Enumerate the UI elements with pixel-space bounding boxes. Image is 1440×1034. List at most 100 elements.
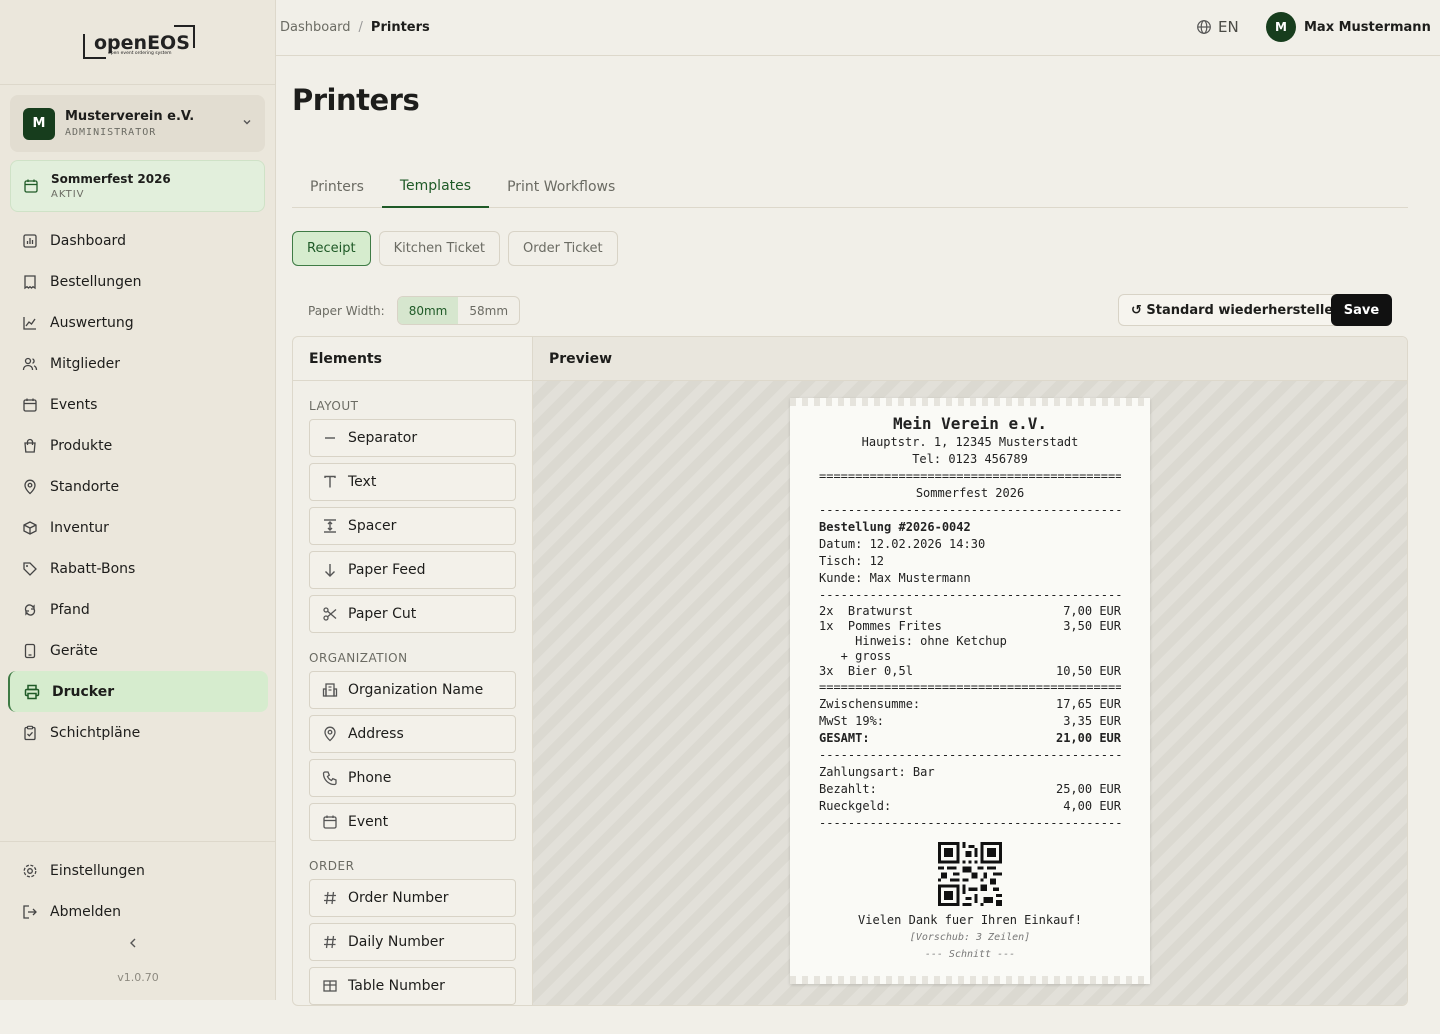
sidebar-item-mitglieder[interactable]: Mitglieder <box>0 343 276 384</box>
globe-icon <box>1196 19 1212 35</box>
receipt-order-number: Bestellung #2026-0042 <box>819 520 971 534</box>
elements-title: Elements <box>293 337 532 381</box>
users-icon <box>22 356 38 372</box>
element-order-number[interactable]: Order Number <box>309 879 516 917</box>
element-group-heading: LAYOUT <box>309 399 359 413</box>
avatar: M <box>1266 12 1296 42</box>
receipt-subtotal: Zwischensumme: 17,65 EUR <box>819 697 1121 711</box>
receipt-change: Rueckgeld: 4,00 EUR <box>819 799 1121 813</box>
sidebar-item-logout[interactable]: Abmelden <box>0 891 276 932</box>
element-spacer[interactable]: Spacer <box>309 507 516 545</box>
sidebar-item-events[interactable]: Events <box>0 384 276 425</box>
receipt-item: 1x Pommes Frites 3,50 EUR <box>819 619 1121 633</box>
receipt-event: Sommerfest 2026 <box>915 486 1025 500</box>
printer-icon <box>24 684 40 700</box>
element-table-number[interactable]: Table Number <box>309 967 516 1005</box>
phone-icon <box>322 770 338 786</box>
element-event[interactable]: Event <box>309 803 516 841</box>
sidebar-item-schichtplane[interactable]: Schichtpläne <box>0 712 276 753</box>
sidebar-item-label: Dashboard <box>50 232 126 249</box>
sidebar-item-label: Auswertung <box>50 314 134 331</box>
sidebar-item-label: Bestellungen <box>50 273 142 290</box>
tab-templates[interactable]: Templates <box>381 166 490 208</box>
restore-default-button[interactable]: ↺ Standard wiederherstellen <box>1118 294 1356 326</box>
tab-bar: Printers Templates Print Workflows <box>292 166 1408 208</box>
language-switcher[interactable]: EN <box>1196 18 1239 36</box>
element-phone[interactable]: Phone <box>309 759 516 797</box>
template-type-tabs: Receipt Kitchen Ticket Order Ticket <box>292 231 618 266</box>
element-address[interactable]: Address <box>309 715 516 753</box>
element-label: Paper Feed <box>348 562 426 578</box>
element-label: Paper Cut <box>348 606 417 622</box>
receipt-icon <box>22 274 38 290</box>
breadcrumb-root[interactable]: Dashboard <box>280 20 351 35</box>
openeos-logo: openEOS open event ordering system <box>82 25 195 59</box>
element-label: Text <box>348 474 377 490</box>
element-text[interactable]: Text <box>309 463 516 501</box>
pin-icon <box>22 479 38 495</box>
logout-icon <box>22 904 38 920</box>
spacer-icon <box>322 518 338 534</box>
user-menu[interactable]: M Max Mustermann <box>1266 12 1431 42</box>
sidebar-item-produkte[interactable]: Produkte <box>0 425 276 466</box>
org-role: ADMINISTRATOR <box>65 127 157 138</box>
scissors-icon <box>322 606 338 622</box>
subtab-order-ticket[interactable]: Order Ticket <box>508 231 618 266</box>
sidebar-item-label: Geräte <box>50 642 98 659</box>
element-daily-number[interactable]: Daily Number <box>309 923 516 961</box>
chart-icon <box>22 233 38 249</box>
sidebar-item-pfand[interactable]: Pfand <box>0 589 276 630</box>
page-title: Printers <box>292 83 420 117</box>
sidebar-item-label: Einstellungen <box>50 862 145 879</box>
elements-panel: Elements LAYOUT Separator Text Spacer Paper … <box>293 337 533 1005</box>
receipt-edge-bottom <box>790 976 1150 984</box>
calendar-icon <box>23 178 39 194</box>
tab-printers[interactable]: Printers <box>292 166 382 208</box>
sidebar-item-rabatt-bons[interactable]: Rabatt-Bons <box>0 548 276 589</box>
sidebar-item-drucker[interactable]: Drucker <box>8 671 268 712</box>
sidebar-item-inventur[interactable]: Inventur <box>0 507 276 548</box>
element-paper-feed[interactable]: Paper Feed <box>309 551 516 589</box>
subtab-kitchen-ticket[interactable]: Kitchen Ticket <box>378 231 501 266</box>
sidebar-item-dashboard[interactable]: Dashboard <box>0 220 276 261</box>
receipt-table: Tisch: 12 <box>819 554 885 568</box>
user-name: Max Mustermann <box>1304 19 1431 35</box>
sidebar-item-settings[interactable]: Einstellungen <box>0 850 276 891</box>
receipt-separator: ----------------------------------------… <box>819 503 1121 517</box>
receipt-edge-top <box>790 398 1150 406</box>
save-button[interactable]: Save <box>1331 294 1392 326</box>
preview-area: Mein Verein e.V. Hauptstr. 1, 12345 Must… <box>533 381 1407 1005</box>
paper-width-58mm[interactable]: 58mm <box>458 297 519 324</box>
active-event[interactable]: Sommerfest 2026 AKTIV <box>10 160 265 212</box>
sidebar-item-standorte[interactable]: Standorte <box>0 466 276 507</box>
sidebar-item-label: Mitglieder <box>50 355 120 372</box>
receipt-total: GESAMT: 21,00 EUR <box>819 731 1121 745</box>
element-label: Organization Name <box>348 682 484 698</box>
sidebar-item-label: Standorte <box>50 478 120 495</box>
element-paper-cut[interactable]: Paper Cut <box>309 595 516 633</box>
subtab-receipt[interactable]: Receipt <box>292 231 371 266</box>
recycle-icon <box>22 602 38 618</box>
sidebar-item-auswertung[interactable]: Auswertung <box>0 302 276 343</box>
paper-width-80mm[interactable]: 80mm <box>397 297 459 324</box>
collapse-sidebar-icon[interactable] <box>128 937 138 953</box>
receipt-preview: Mein Verein e.V. Hauptstr. 1, 12345 Must… <box>790 398 1150 984</box>
receipt-item-modifier: + gross <box>819 649 892 663</box>
sidebar-item-label: Pfand <box>50 601 90 618</box>
sidebar-item-bestellungen[interactable]: Bestellungen <box>0 261 276 302</box>
sidebar-item-gerate[interactable]: Geräte <box>0 630 276 671</box>
event-status: AKTIV <box>51 189 85 200</box>
element-label: Event <box>348 814 389 830</box>
element-separator[interactable]: Separator <box>309 419 516 457</box>
element-label: Phone <box>348 770 392 786</box>
org-switcher[interactable]: M Musterverein e.V. ADMINISTRATOR <box>10 95 265 152</box>
receipt-feed-marker: [Vorschub: 3 Zeilen] <box>909 932 1031 943</box>
element-organization-name[interactable]: Organization Name <box>309 671 516 709</box>
receipt-item: 2x Bratwurst 7,00 EUR <box>819 604 1121 618</box>
paper-width-control: Paper Width: 80mm 58mm <box>308 296 521 325</box>
preview-title: Preview <box>533 337 1407 381</box>
receipt-paid: Bezahlt: 25,00 EUR <box>819 782 1121 796</box>
logo[interactable]: openEOS open event ordering system <box>0 0 275 85</box>
text-icon <box>322 474 338 490</box>
tab-print-workflows[interactable]: Print Workflows <box>489 166 633 208</box>
